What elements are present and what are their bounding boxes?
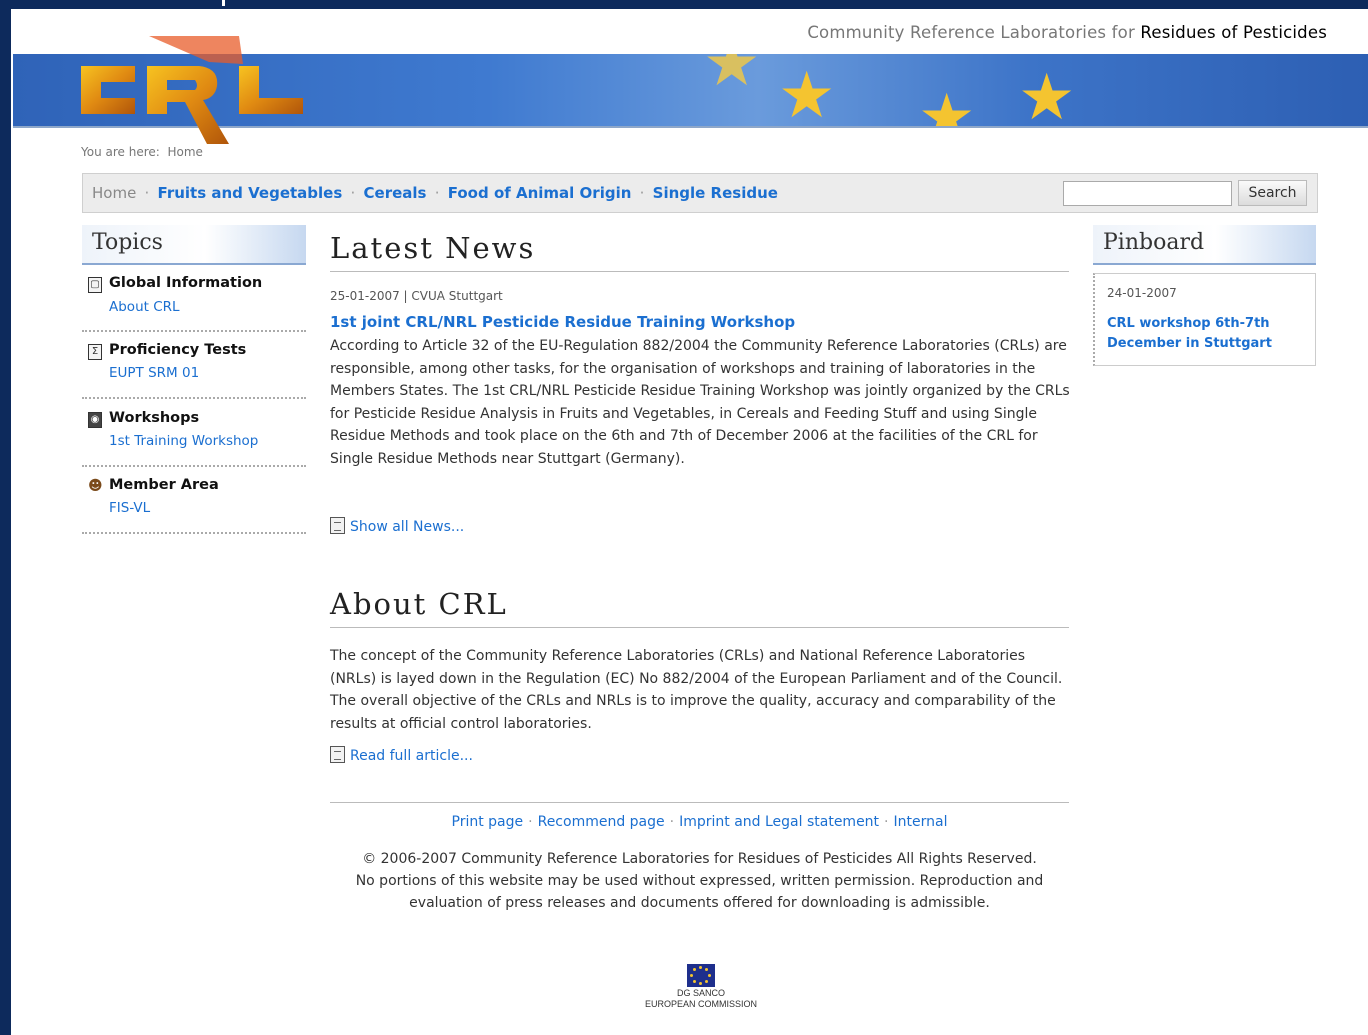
topic-link-fis-vl[interactable]: FIS-VL [109, 500, 150, 516]
document-icon [330, 746, 345, 763]
breadcrumb: You are here: Home [81, 145, 203, 159]
copyright-line: evaluation of press releases and documen… [409, 895, 990, 911]
tagline-strong: Residues of Pesticides [1140, 23, 1327, 42]
latest-news-heading: Latest News [330, 231, 1069, 272]
nav-separator: · [350, 184, 356, 202]
pinboard-title: Pinboard [1103, 230, 1205, 255]
nav-links: Home · Fruits and Vegetables · Cereals ·… [92, 184, 778, 202]
footer-links: Print page · Recommend page · Imprint and Le… [330, 814, 1069, 830]
topics-title: Topics [92, 230, 163, 255]
footer-imprint-legal[interactable]: Imprint and Legal statement [679, 814, 879, 830]
nav-home[interactable]: Home [92, 184, 136, 202]
footer-separator: · [528, 814, 533, 830]
eu-star-icon: ★ [918, 81, 976, 128]
topic-title: Proficiency Tests [109, 342, 247, 358]
eu-logo-line: DG SANCO [676, 988, 725, 998]
show-all-news-label: Show all News... [350, 519, 465, 535]
copyright-notice: © 2006-2007 Community Reference Laborato… [330, 848, 1069, 914]
topic-link-training-workshop[interactable]: 1st Training Workshop [109, 433, 258, 449]
read-full-article-label: Read full article... [350, 748, 473, 764]
footer-recommend-page[interactable]: Recommend page [538, 814, 665, 830]
about-crl-heading: About CRL [330, 587, 1069, 628]
news-title-link[interactable]: 1st joint CRL/NRL Pesticide Residue Trai… [330, 313, 795, 331]
topic-title: Member Area [109, 477, 219, 493]
pinboard-header: Pinboard [1093, 225, 1316, 265]
crl-logo[interactable] [79, 34, 309, 146]
eu-star-icon: ★ [1018, 61, 1076, 128]
pinboard-link[interactable]: CRL workshop 6th-7th December in Stuttga… [1107, 314, 1307, 354]
page: Community Reference Laboratories for Res… [11, 9, 1368, 1035]
nav-separator: · [434, 184, 440, 202]
document-icon: ▢ [88, 277, 102, 293]
pinboard-date: 24-01-2007 [1107, 286, 1177, 300]
show-all-news-link[interactable]: Show all News... [330, 517, 464, 535]
topic-link-about-crl[interactable]: About CRL [109, 299, 180, 315]
nav-food-animal-origin[interactable]: Food of Animal Origin [448, 184, 632, 202]
main-navbar: Home · Fruits and Vegetables · Cereals ·… [82, 173, 1318, 213]
footer-separator: · [884, 814, 889, 830]
topics-header: Topics [82, 225, 306, 265]
news-list-icon [330, 517, 345, 534]
tagline-prefix: Community Reference Laboratories for [807, 23, 1135, 42]
search-input[interactable] [1063, 181, 1232, 206]
breadcrumb-label: You are here: [81, 145, 160, 159]
topic-title: Global Information [109, 275, 263, 291]
site-tagline: Community Reference Laboratories for Res… [807, 23, 1327, 42]
read-full-article-link[interactable]: Read full article... [330, 746, 473, 764]
topic-workshops: ◉ Workshops 1st Training Workshop [82, 406, 306, 467]
eu-star-icon: ★ [778, 59, 836, 128]
eu-star-icon: ★ [703, 54, 761, 101]
footer-print-page[interactable]: Print page [452, 814, 524, 830]
eu-commission-logo[interactable]: DG SANCO EUROPEAN COMMISSION [631, 964, 771, 1009]
topic-proficiency-tests: Σ Proficiency Tests EUPT SRM 01 [82, 338, 306, 399]
topic-global-information: ▢ Global Information About CRL [82, 271, 306, 332]
eu-flag-icon [687, 964, 715, 987]
nav-single-residue[interactable]: Single Residue [653, 184, 778, 202]
workshop-icon: ◉ [88, 412, 102, 428]
nav-cereals[interactable]: Cereals [364, 184, 427, 202]
copyright-line: No portions of this website may be used … [355, 873, 1044, 889]
nav-fruits-vegetables[interactable]: Fruits and Vegetables [158, 184, 343, 202]
topic-link-eupt-srm-01[interactable]: EUPT SRM 01 [109, 365, 199, 381]
eu-logo-line: EUROPEAN COMMISSION [644, 999, 757, 1009]
footer-internal[interactable]: Internal [894, 814, 948, 830]
search-button[interactable]: Search [1238, 180, 1307, 206]
news-meta: 25-01-2007 | CVUA Stuttgart [330, 289, 503, 303]
nav-separator: · [144, 184, 150, 202]
copyright-line: © 2006-2007 Community Reference Laborato… [362, 851, 1037, 867]
sigma-document-icon: Σ [88, 344, 102, 360]
frame-notch [222, 0, 225, 6]
footer-divider [330, 802, 1069, 803]
topic-member-area: ☻ Member Area FIS-VL [82, 473, 306, 534]
members-icon: ☻ [88, 478, 103, 494]
topic-title: Workshops [109, 410, 200, 426]
footer-separator: · [669, 814, 675, 830]
about-body: The concept of the Community Reference L… [330, 648, 1063, 732]
breadcrumb-current: Home [167, 145, 203, 159]
news-body: According to Article 32 of the EU-Regula… [330, 338, 1070, 467]
pinboard-box: 24-01-2007 CRL workshop 6th-7th December… [1093, 273, 1316, 366]
nav-separator: · [639, 184, 645, 202]
